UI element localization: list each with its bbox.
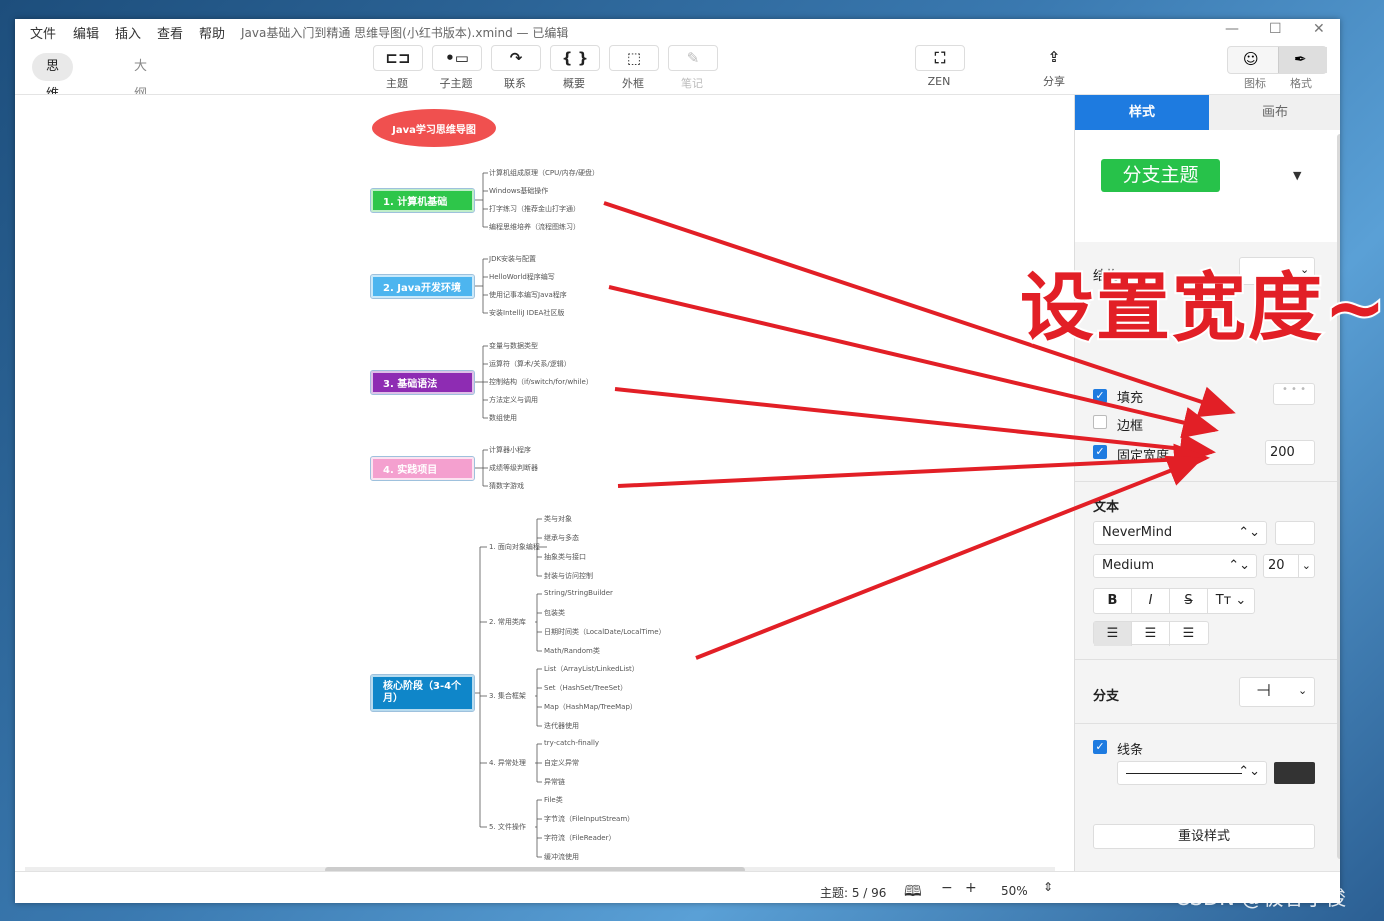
annotation-arrows [603,201,1236,660]
arrow-5 [695,455,1204,660]
watermark: CSDN @极客小俊 [1175,886,1347,910]
arrow-4 [617,443,1210,488]
annotation-text: 设置宽度~ [1018,263,1384,353]
arrow-3 [614,387,1216,465]
